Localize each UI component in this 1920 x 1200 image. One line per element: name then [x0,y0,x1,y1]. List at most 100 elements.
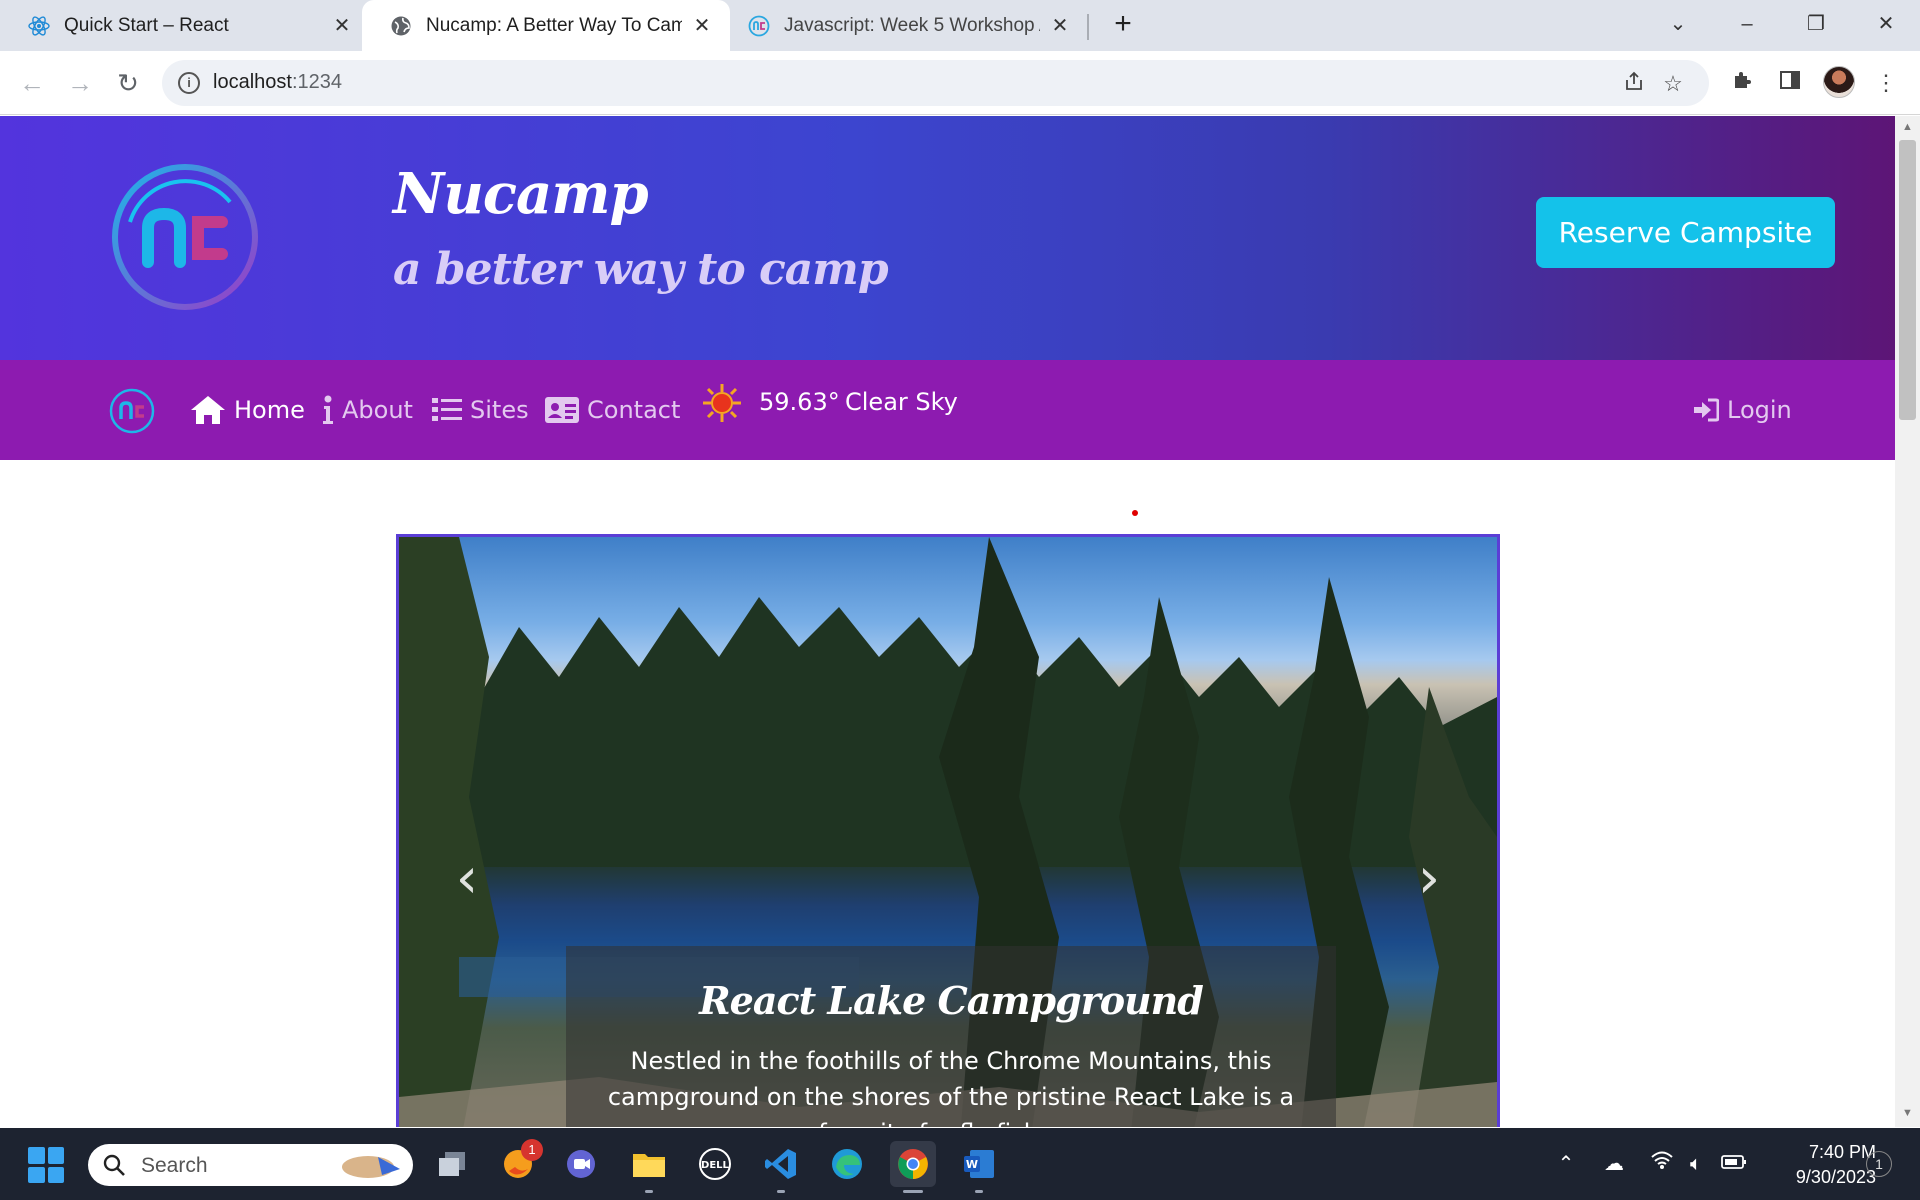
running-indicator [777,1190,785,1193]
scroll-down-arrow[interactable]: ▼ [1900,1106,1915,1121]
login-label: Login [1727,396,1792,424]
clock-time: 7:40 PM [1808,1142,1876,1162]
reserve-campsite-button[interactable]: Reserve Campsite [1536,197,1835,268]
search-highlight-image [342,1156,400,1178]
nav-sites-label: Sites [470,396,529,424]
svg-text:W: W [966,1158,978,1171]
carousel-caption: React Lake Campground Nestled in the foo… [566,946,1336,1127]
dell-icon[interactable]: DELL [692,1141,738,1187]
url-port: :1234 [291,71,342,93]
close-window-button[interactable]: ✕ [1864,6,1908,42]
firefox-dev-icon[interactable]: 1 [495,1139,543,1187]
featured-carousel: ‹ › React Lake Campground Nestled in the… [396,534,1500,1127]
system-clock[interactable]: 7:40 PM 9/30/2023 [1766,1140,1876,1190]
show-hidden-icons-chevron-icon[interactable]: ⌃ [1552,1150,1580,1178]
new-tab-button[interactable]: + [1106,8,1140,42]
nav-about[interactable]: About [322,388,413,432]
word-icon[interactable]: W [956,1141,1002,1193]
tab-title: Quick Start – React [64,14,229,36]
sign-in-icon [1693,398,1719,422]
nav-sites[interactable]: Sites [432,388,529,432]
bookmark-star-icon[interactable]: ☆ [1659,70,1687,98]
react-icon [28,15,50,37]
nav-about-label: About [342,396,413,424]
login-link[interactable]: Login [1693,388,1792,432]
home-icon [190,395,226,425]
forward-button[interactable]: → [62,65,98,101]
tab-quick-start-react[interactable]: Quick Start – React ✕ [0,0,370,51]
vscode-icon[interactable] [758,1141,804,1193]
battery-icon[interactable] [1720,1150,1748,1178]
back-button[interactable]: ← [14,65,50,101]
minimize-button[interactable]: – [1725,6,1769,42]
task-view-icon[interactable] [429,1141,475,1187]
list-icon [432,397,462,423]
main-navbar: Home About Sites Contact 59.63° Clear Sk… [0,360,1895,460]
globe-icon [390,15,412,37]
menu-kebab-icon[interactable]: ⋮ [1871,68,1901,98]
tab-title: Javascript: Week 5 Workshop As [784,14,1040,36]
site-title: Nucamp [393,161,649,227]
edge-icon[interactable] [824,1141,870,1187]
tab-javascript-workshop[interactable]: Javascript: Week 5 Workshop As ✕ [720,0,1088,51]
nucamp-icon [748,15,770,37]
tab-title: Nucamp: A Better Way To Camp [426,14,682,36]
scroll-up-arrow[interactable]: ▲ [1900,120,1915,135]
nucamp-logo[interactable] [110,162,260,312]
file-explorer-icon[interactable] [626,1141,672,1193]
page-scrollbar[interactable]: ▲ ▼ [1895,116,1920,1127]
carousel-next-button[interactable]: › [1399,849,1459,909]
tab-close-button[interactable]: ✕ [1050,16,1070,36]
reload-button[interactable]: ↻ [110,65,146,101]
running-indicator [903,1190,923,1193]
weather-temperature: 59.63° [759,388,840,416]
running-indicator [645,1190,653,1193]
taskbar-search-box[interactable]: Search [88,1144,413,1186]
nav-contact[interactable]: Contact [545,388,680,432]
address-card-icon [545,396,579,424]
notification-center-icon[interactable]: 1 [1866,1151,1892,1177]
svg-text:DELL: DELL [701,1160,730,1171]
tab-separator [1087,14,1089,40]
nav-home[interactable]: Home [190,388,305,432]
search-placeholder: Search [141,1154,208,1177]
tab-close-button[interactable]: ✕ [692,16,712,36]
running-indicator [975,1190,983,1193]
weather-description: Clear Sky [845,388,958,416]
nav-contact-label: Contact [587,396,681,424]
scroll-thumb[interactable] [1899,140,1916,420]
chrome-icon[interactable] [890,1141,936,1193]
onedrive-cloud-icon[interactable]: ☁ [1600,1150,1628,1178]
side-panel-icon[interactable] [1775,68,1805,98]
tab-nucamp[interactable]: Nucamp: A Better Way To Camp ✕ [362,0,730,51]
share-icon[interactable] [1620,70,1648,98]
carousel-caption-text: Nestled in the foothills of the Chrome M… [607,1047,1295,1127]
url-text[interactable]: localhost:1234 [213,71,342,94]
browser-tab-strip: Quick Start – React ✕ Nucamp: A Better W… [0,0,1920,51]
address-bar[interactable]: i localhost:1234 ☆ [162,60,1709,106]
browser-toolbar: ← → ↻ i localhost:1234 ☆ ⋮ [0,51,1920,115]
wifi-icon[interactable] [1648,1150,1676,1178]
notification-badge: 1 [521,1139,543,1161]
red-dot-marker [1132,510,1138,516]
nav-home-label: Home [234,396,305,424]
sun-icon [703,384,741,422]
profile-avatar[interactable] [1823,66,1855,98]
teams-chat-icon[interactable] [558,1141,604,1187]
carousel-caption-title: React Lake Campground [699,978,1204,1023]
tab-close-button[interactable]: ✕ [332,16,352,36]
extensions-icon[interactable] [1727,68,1757,98]
carousel-prev-button[interactable]: ‹ [437,849,497,909]
tab-search-button[interactable]: ⌄ [1656,6,1700,42]
restore-button[interactable]: ❐ [1794,6,1838,42]
search-icon [103,1154,125,1176]
site-info-icon[interactable]: i [178,72,200,94]
windows-taskbar: Search 1 DELL W ⌃ ☁ 🔈︎ 7:40 PM 9/30/2023… [0,1128,1920,1200]
clock-date: 9/30/2023 [1795,1167,1876,1187]
volume-icon[interactable]: 🔈︎ [1682,1150,1710,1178]
navbar-logo[interactable] [109,388,155,434]
site-tagline: a better way to camp [393,244,889,295]
windows-start-icon[interactable] [28,1147,64,1183]
web-page: Nucamp a better way to camp Reserve Camp… [0,116,1895,1127]
url-host: localhost [213,71,292,93]
